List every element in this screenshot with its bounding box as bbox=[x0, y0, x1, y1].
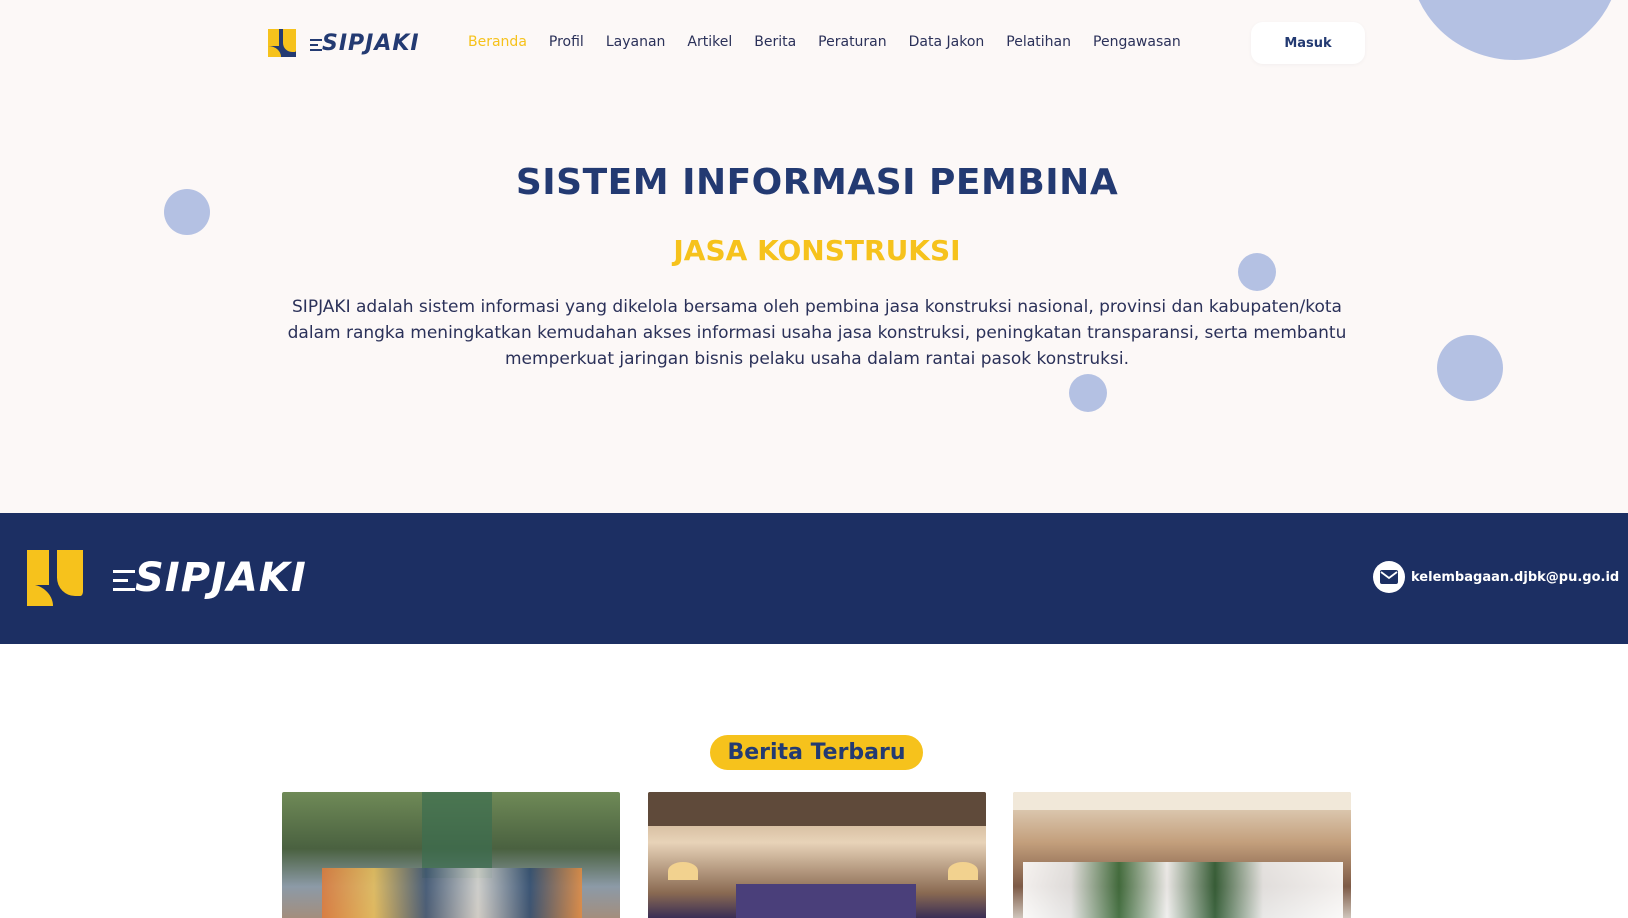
nav-item-peraturan[interactable]: Peraturan bbox=[818, 34, 886, 50]
hero-subtitle: JASA KONSTRUKSI bbox=[673, 234, 961, 267]
hero-section: SIPJAKI Beranda Profil Layanan Artikel B… bbox=[0, 0, 1628, 513]
nav-item-beranda[interactable]: Beranda bbox=[468, 34, 527, 50]
news-photo bbox=[668, 862, 698, 880]
news-section-heading: Berita Terbaru bbox=[710, 735, 923, 770]
news-card[interactable] bbox=[648, 792, 986, 918]
logo-wordmark: SIPJAKI bbox=[310, 31, 420, 56]
logo-text: SIPJAKI bbox=[135, 555, 307, 601]
nav-item-berita[interactable]: Berita bbox=[754, 34, 796, 50]
hero-title: SISTEM INFORMASI PEMBINA bbox=[515, 162, 1119, 203]
nav-item-data-jakon[interactable]: Data Jakon bbox=[909, 34, 985, 50]
login-button[interactable]: Masuk bbox=[1251, 22, 1365, 64]
decorative-bubble bbox=[1410, 0, 1620, 60]
pu-logo-icon bbox=[268, 29, 296, 57]
mail-icon bbox=[1373, 561, 1405, 593]
news-photo bbox=[648, 792, 986, 826]
nav-item-pelatihan[interactable]: Pelatihan bbox=[1006, 34, 1071, 50]
decorative-bubble bbox=[1437, 335, 1503, 401]
contact-email-link[interactable]: kelembagaan.djbk@pu.go.id bbox=[1373, 561, 1619, 593]
nav-item-artikel[interactable]: Artikel bbox=[687, 34, 732, 50]
logo-wordmark: SIPJAKI bbox=[113, 555, 307, 601]
logo-text: SIPJAKI bbox=[322, 30, 420, 56]
header-logo[interactable]: SIPJAKI bbox=[268, 29, 420, 57]
news-photo bbox=[322, 868, 582, 918]
nav-item-profil[interactable]: Profil bbox=[549, 34, 584, 50]
news-photo bbox=[736, 884, 916, 918]
news-photo bbox=[948, 862, 978, 880]
news-card[interactable] bbox=[1013, 792, 1351, 918]
news-photo bbox=[422, 792, 492, 878]
news-photo bbox=[1023, 862, 1343, 918]
hero-description: SIPJAKI adalah sistem informasi yang dik… bbox=[287, 297, 1347, 369]
contact-email: kelembagaan.djbk@pu.go.id bbox=[1411, 569, 1620, 585]
decorative-bubble bbox=[1069, 374, 1107, 412]
main-nav: Beranda Profil Layanan Artikel Berita Pe… bbox=[468, 34, 1181, 50]
band-logo: SIPJAKI bbox=[27, 550, 307, 606]
pu-logo-icon bbox=[27, 550, 83, 606]
nav-item-pengawasan[interactable]: Pengawasan bbox=[1093, 34, 1181, 50]
news-card[interactable] bbox=[282, 792, 620, 918]
nav-item-layanan[interactable]: Layanan bbox=[606, 34, 666, 50]
news-photo bbox=[1013, 792, 1351, 810]
